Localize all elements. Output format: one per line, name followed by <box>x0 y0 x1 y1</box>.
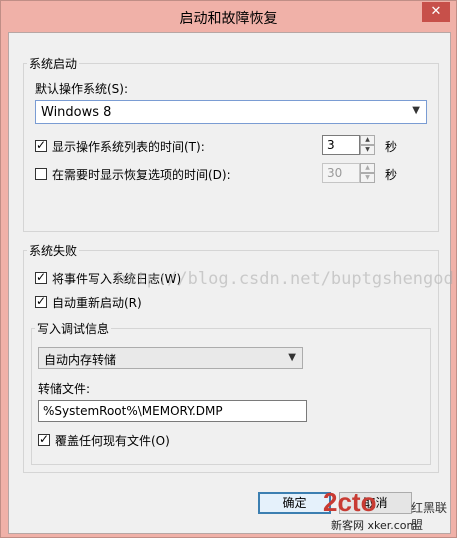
dump-file-label: 转储文件: <box>38 382 91 396</box>
dump-file-value: %SystemRoot%\MEMORY.DMP <box>43 404 223 418</box>
write-event-checkbox[interactable]: ✓ <box>35 270 47 284</box>
brand-small-text: 新客网 xker.com <box>331 519 418 532</box>
spin-down-button[interactable]: ▼ <box>360 145 375 155</box>
show-recovery-spin-input[interactable]: 30 <box>322 163 360 183</box>
auto-restart-checkbox[interactable]: ✓ <box>35 294 47 308</box>
close-button[interactable]: ✕ <box>422 2 450 22</box>
startup-group-label: 系统启动 <box>27 55 80 72</box>
check-icon: ✓ <box>36 138 47 152</box>
default-os-label: 默认操作系统(S): <box>35 82 129 96</box>
default-os-select[interactable]: Windows 8 ▼ <box>35 100 427 124</box>
show-os-list-checkbox[interactable]: ✓ <box>35 138 47 152</box>
overwrite-label[interactable]: 覆盖任何现有文件(O) <box>55 432 170 449</box>
auto-restart-label[interactable]: 自动重新启动(R) <box>52 294 142 311</box>
close-icon: ✕ <box>430 4 442 19</box>
brand-watermark: 2cto 红黑联盟 新客网 xker.com <box>323 487 455 537</box>
chevron-down-icon: ▼ <box>412 105 420 116</box>
default-os-value: Windows 8 <box>41 105 112 120</box>
spin-down-button-disabled[interactable]: ▼ <box>360 173 375 183</box>
overwrite-checkbox[interactable]: ✓ <box>38 432 50 446</box>
show-recovery-label[interactable]: 在需要时显示恢复选项的时间(D): <box>52 166 231 183</box>
ok-button[interactable]: 确定 <box>258 492 331 514</box>
title-bar[interactable]: 启动和故障恢复 ✕ <box>1 1 456 32</box>
brand-side-text: 红黑联盟 <box>411 501 448 532</box>
triangle-down-icon: ▼ <box>365 174 370 181</box>
watermark-url: http://blog.csdn.net/buptgshengod <box>116 269 454 289</box>
failure-group-label: 系统失败 <box>27 242 80 259</box>
debug-type-value: 自动内存转储 <box>44 353 117 367</box>
spin-up-button-disabled[interactable]: ▲ <box>360 163 375 173</box>
chevron-down-icon: ▼ <box>288 352 296 363</box>
show-os-list-label[interactable]: 显示操作系统列表的时间(T): <box>52 138 205 155</box>
window-title: 启动和故障恢复 <box>179 11 278 27</box>
triangle-down-icon: ▼ <box>365 146 370 153</box>
show-recovery-value: 30 <box>327 166 343 180</box>
check-icon: ✓ <box>36 270 47 284</box>
check-icon: ✓ <box>36 294 47 308</box>
show-os-list-spin-input[interactable]: 3 <box>322 135 360 155</box>
debug-info-group-label: 写入调试信息 <box>35 320 112 337</box>
triangle-up-icon: ▲ <box>365 164 370 171</box>
dialog-window: 启动和故障恢复 ✕ 系统启动 默认操作系统(S): Windows 8 ▼ ✓ … <box>0 0 457 538</box>
spin-up-button[interactable]: ▲ <box>360 135 375 145</box>
dump-file-input[interactable]: %SystemRoot%\MEMORY.DMP <box>38 400 307 422</box>
debug-type-select[interactable]: 自动内存转储 ▼ <box>38 347 303 369</box>
triangle-up-icon: ▲ <box>365 136 370 143</box>
brand-logo-text: 2cto <box>323 487 377 517</box>
show-recovery-checkbox[interactable] <box>35 168 47 180</box>
seconds-unit-label: 秒 <box>385 140 398 154</box>
seconds-unit-label-2: 秒 <box>385 168 398 182</box>
show-os-list-value: 3 <box>327 138 335 152</box>
check-icon: ✓ <box>39 432 50 446</box>
